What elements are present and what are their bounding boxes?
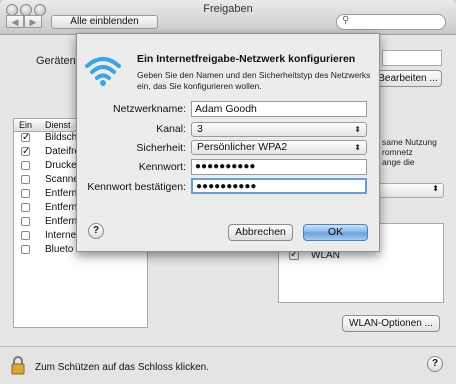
- channel-select[interactable]: 3 ⬍: [191, 122, 367, 137]
- service-name: Dateifre: [45, 146, 81, 157]
- service-checkbox[interactable]: [21, 189, 30, 198]
- search-input[interactable]: ⚲: [336, 14, 446, 30]
- password-label: Kennwort:: [138, 161, 186, 173]
- select-arrows-icon: ⬍: [354, 125, 361, 134]
- title-bar: Freigaben ◀ ▶ Alle einblenden ⚲: [0, 0, 456, 35]
- chevron-right-icon: ▶: [29, 17, 37, 27]
- wlan-options-button[interactable]: WLAN-Optionen ...: [342, 315, 440, 332]
- preferences-window: Freigaben ◀ ▶ Alle einblenden ⚲ Gerätena…: [0, 0, 456, 384]
- security-label: Sicherheit:: [136, 142, 186, 154]
- service-checkbox[interactable]: [21, 217, 30, 226]
- password-input[interactable]: ●●●●●●●●●●: [191, 159, 367, 175]
- header-on: Ein: [19, 120, 33, 130]
- dialog-help-button[interactable]: ?: [88, 223, 104, 239]
- configure-network-dialog: Ein Internetfreigabe-Netzwerk konfigurie…: [76, 33, 380, 252]
- cancel-button[interactable]: Abbrechen: [228, 224, 293, 241]
- wifi-icon: [85, 57, 121, 86]
- security-value: Persönlicher WPA2: [197, 141, 288, 153]
- channel-value: 3: [197, 123, 203, 135]
- dialog-title: Ein Internetfreigabe-Netzwerk konfigurie…: [137, 53, 356, 65]
- service-name: Entfern: [45, 188, 78, 199]
- service-name: Drucke: [45, 160, 77, 171]
- edit-button[interactable]: Bearbeiten ...: [374, 70, 442, 87]
- confirm-password-input[interactable]: ●●●●●●●●●●: [191, 178, 367, 194]
- lock-icon[interactable]: [10, 355, 26, 375]
- footer-bar: Zum Schützen auf das Schloss klicken. ?: [0, 346, 456, 384]
- computer-name-label: Gerätena: [36, 55, 82, 67]
- service-checkbox[interactable]: [21, 161, 30, 170]
- show-all-button[interactable]: Alle einblenden: [51, 15, 158, 29]
- service-checkbox[interactable]: ✓: [21, 147, 30, 157]
- ok-button[interactable]: OK: [303, 224, 368, 241]
- service-checkbox[interactable]: [21, 231, 30, 240]
- port-select[interactable]: ⬍: [372, 183, 444, 198]
- chevron-left-icon: ◀: [11, 17, 19, 27]
- help-button[interactable]: ?: [427, 356, 443, 372]
- channel-label: Kanal:: [156, 123, 186, 135]
- dialog-description: Geben Sie den Namen und den Sicherheitst…: [137, 70, 371, 91]
- service-name: Scanne: [45, 174, 79, 185]
- service-name: Interne: [45, 230, 77, 241]
- network-name-label: Netzwerkname:: [113, 103, 186, 115]
- sharing-description: same Nutzung romnetz ange die: [382, 137, 437, 167]
- service-checkbox[interactable]: ✓: [21, 133, 30, 143]
- confirm-password-label: Kennwort bestätigen:: [87, 181, 186, 193]
- security-select[interactable]: Persönlicher WPA2 ⬍: [191, 140, 367, 155]
- header-service: Dienst: [45, 120, 71, 130]
- select-arrows-icon: ⬍: [432, 184, 439, 193]
- forward-button[interactable]: ▶: [24, 15, 42, 28]
- computer-name-field[interactable]: [382, 50, 442, 66]
- service-checkbox[interactable]: [21, 245, 30, 254]
- lock-text: Zum Schützen auf das Schloss klicken.: [35, 362, 209, 373]
- network-name-input[interactable]: Adam Goodh: [191, 101, 367, 117]
- service-name: Blueto: [45, 244, 74, 255]
- service-name: Entfern: [45, 202, 78, 213]
- service-checkbox[interactable]: [21, 203, 30, 212]
- service-checkbox[interactable]: [21, 175, 30, 184]
- select-arrows-icon: ⬍: [354, 143, 361, 152]
- back-button[interactable]: ◀: [6, 15, 24, 28]
- magnifier-icon: ⚲: [342, 15, 350, 26]
- service-name: Bildsch: [45, 132, 78, 143]
- service-name: Entfern: [45, 216, 78, 227]
